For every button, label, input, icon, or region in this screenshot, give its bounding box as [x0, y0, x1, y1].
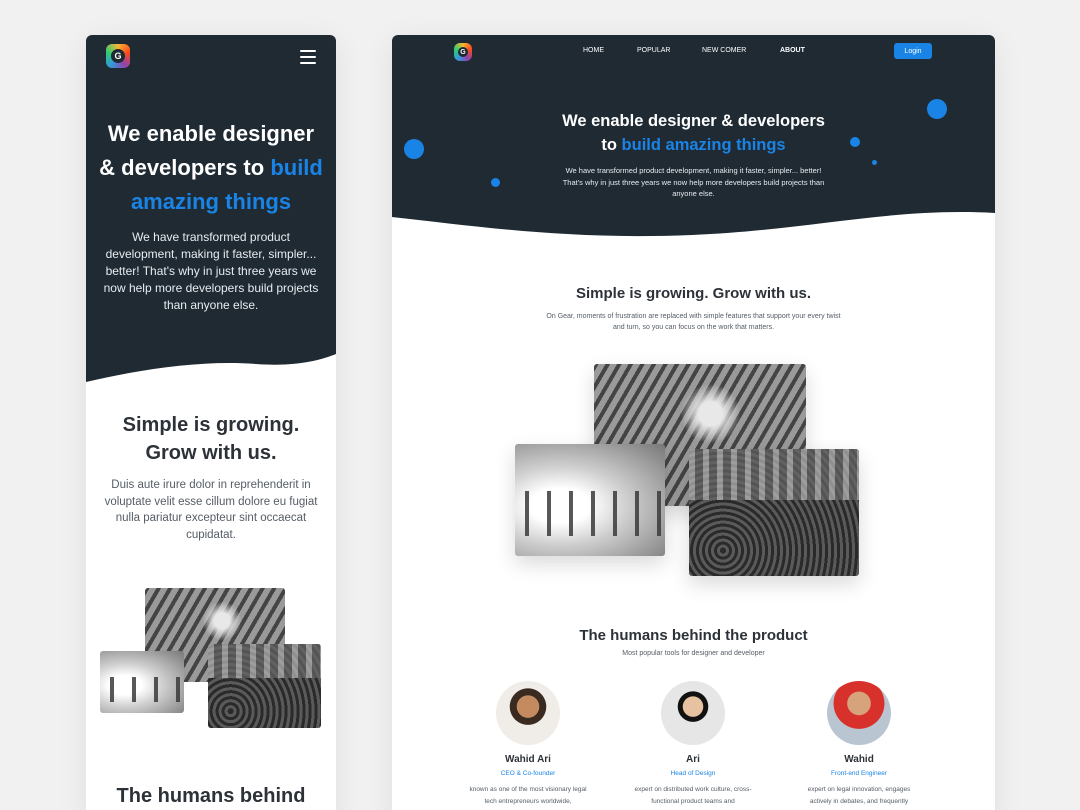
member-description: expert on distributed work culture, cros… [634, 786, 752, 805]
mobile-preview: G We enable designer & developers to bui… [86, 35, 336, 810]
hero-title-accent: build [270, 155, 323, 180]
nav-about[interactable]: ABOUT [780, 47, 805, 54]
hero-title-line1: We enable designer [107, 121, 315, 146]
hero-wave [86, 354, 336, 390]
desktop-preview: G HOME POPULAR NEW COMER ABOUT Login We … [392, 35, 995, 810]
member-name: Ari [686, 754, 700, 765]
hero-title-prefix: to [601, 136, 617, 154]
member-description: known as one of the most visionary legal… [469, 786, 587, 805]
avatar [496, 681, 560, 745]
member-role: Head of Design [670, 770, 716, 777]
app-logo[interactable]: G [454, 43, 472, 61]
logo-letter: G [111, 49, 125, 63]
team-subtitle: Most popular tools for designer and deve… [622, 650, 765, 657]
hero-title-line2: & developers to [99, 155, 265, 180]
section-title-line2: Grow with us. [145, 442, 277, 464]
section-title: Simple is growing. Grow with us. [86, 411, 336, 467]
member-role: CEO & Co-founder [500, 770, 556, 777]
nav-home[interactable]: HOME [583, 47, 604, 54]
team-title: The humans behind the product [579, 627, 808, 644]
member-role: Front-end Engineer [830, 770, 887, 777]
hero-subtitle: We have transformed product development,… [562, 166, 825, 198]
section-body: Duis aute irure dolor in reprehenderit i… [104, 479, 318, 541]
photo-jumping [100, 651, 184, 713]
member-name: Wahid Ari [505, 754, 551, 765]
section-title: Simple is growing. Grow with us. [575, 285, 812, 302]
member-name: Wahid [844, 754, 874, 765]
section-title-line1: Simple is growing. [122, 414, 300, 436]
photo-crowd [689, 449, 859, 576]
hero-title: We enable designer & developers to build… [392, 109, 995, 157]
team-member-card: Wahid Ari CEO & Co-founder known as one … [463, 681, 593, 808]
hero-title: We enable designer & developers to build… [86, 117, 336, 219]
photo-crowd [208, 644, 321, 728]
team-title: The humans behind [116, 785, 306, 807]
nav-popular[interactable]: POPULAR [637, 47, 670, 54]
team-member-card: Wahid Front-end Engineer expert on legal… [794, 681, 924, 808]
photo-jumping [515, 444, 665, 556]
hero-subtitle: We have transformed product development,… [103, 230, 319, 312]
logo-letter: G [458, 47, 468, 57]
decor-dot [872, 160, 877, 165]
avatar [661, 681, 725, 745]
app-logo[interactable]: G [106, 44, 130, 68]
hamburger-menu-icon[interactable] [300, 50, 316, 64]
section-body: On Gear, moments of frustration are repl… [546, 313, 841, 331]
nav-new-comer[interactable]: NEW COMER [702, 47, 746, 54]
login-button[interactable]: Login [894, 43, 932, 59]
hero-title-accent: build amazing things [621, 136, 786, 154]
team-member-card: Ari Head of Design expert on distributed… [628, 681, 758, 808]
decor-dot [491, 178, 500, 187]
hero-title-accent-line3: amazing things [130, 189, 292, 214]
hero-title-line1: We enable designer & developers [562, 112, 825, 130]
member-description: expert on legal innovation, engages acti… [807, 786, 911, 805]
avatar [827, 681, 891, 745]
hero-wave [392, 212, 995, 245]
